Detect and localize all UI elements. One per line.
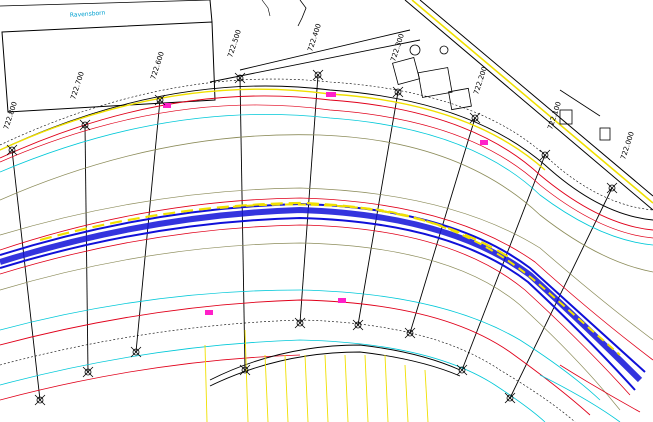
- survey-drawing: Ravensborn 722.800722.700722.600722.500 …: [0, 0, 653, 422]
